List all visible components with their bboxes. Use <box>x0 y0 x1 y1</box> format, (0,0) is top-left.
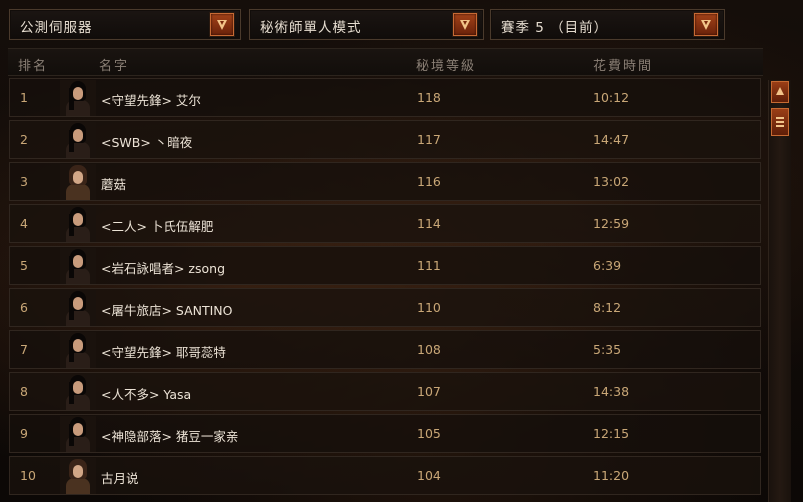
leaderboard-row[interactable]: 3 蘑菇 116 13:02 <box>9 162 761 201</box>
rank-value: 8 <box>20 384 28 399</box>
rank-value: 5 <box>20 258 28 273</box>
player-name[interactable]: <屠牛旅店> SANTINO <box>101 300 233 319</box>
character-portrait <box>60 122 96 158</box>
character-portrait <box>60 332 96 368</box>
player-name[interactable]: <守望先鋒> 耶哥蕊特 <box>101 342 226 361</box>
rift-level-value: 114 <box>417 216 441 231</box>
rank-value: 1 <box>20 90 28 105</box>
rank-value: 4 <box>20 216 28 231</box>
player-name[interactable]: 古月说 <box>101 468 139 487</box>
column-header-time[interactable]: 花費時間 <box>593 55 653 74</box>
rank-value: 3 <box>20 174 28 189</box>
leaderboard-row[interactable]: 9 <神隐部落> 猪豆一家亲 105 12:15 <box>9 414 761 453</box>
character-portrait <box>60 80 96 116</box>
leaderboard-row[interactable]: 2 <SWB> 丶暗夜 117 14:47 <box>9 120 761 159</box>
character-portrait <box>60 374 96 410</box>
leaderboard-row[interactable]: 1 <守望先鋒> 艾尔 118 10:12 <box>9 78 761 117</box>
leaderboard-row[interactable]: 10 古月说 104 11:20 <box>9 456 761 495</box>
time-spent-value: 10:12 <box>593 90 630 105</box>
time-spent-value: 12:15 <box>593 426 630 441</box>
rift-level-value: 105 <box>417 426 441 441</box>
player-name[interactable]: <人不多> Yasa <box>101 384 191 403</box>
season-dropdown-label: 賽季 5 （目前） <box>501 20 609 36</box>
season-dropdown[interactable]: 賽季 5 （目前） <box>490 9 725 40</box>
rank-value: 2 <box>20 132 28 147</box>
rift-level-value: 116 <box>417 174 441 189</box>
grip-icon <box>776 121 784 123</box>
leaderboard-row[interactable]: 7 <守望先鋒> 耶哥蕊特 108 5:35 <box>9 330 761 369</box>
chevron-down-icon[interactable] <box>453 13 477 36</box>
leaderboard-row[interactable]: 6 <屠牛旅店> SANTINO 110 8:12 <box>9 288 761 327</box>
rank-value: 7 <box>20 342 28 357</box>
rift-level-value: 104 <box>417 468 441 483</box>
leaderboard-header: 排名 名字 秘境等級 花費時間 <box>8 48 763 76</box>
player-name[interactable]: <守望先鋒> 艾尔 <box>101 90 201 109</box>
character-portrait <box>60 206 96 242</box>
server-dropdown-label: 公測伺服器 <box>20 20 93 36</box>
player-name[interactable]: <SWB> 丶暗夜 <box>101 132 192 151</box>
time-spent-value: 12:59 <box>593 216 630 231</box>
column-header-name[interactable]: 名字 <box>99 55 129 74</box>
column-header-rank[interactable]: 排名 <box>18 55 48 74</box>
character-portrait <box>60 164 96 200</box>
leaderboard-row[interactable]: 8 <人不多> Yasa 107 14:38 <box>9 372 761 411</box>
arrow-up-icon[interactable] <box>771 81 789 103</box>
chevron-down-icon[interactable] <box>694 13 718 36</box>
player-name[interactable]: <岩石詠唱者> zsong <box>101 258 225 277</box>
scrollbar[interactable] <box>768 80 791 502</box>
character-portrait <box>60 290 96 326</box>
rift-level-value: 110 <box>417 300 441 315</box>
chevron-down-icon[interactable] <box>210 13 234 36</box>
character-portrait <box>60 416 96 452</box>
player-name[interactable]: 蘑菇 <box>101 174 126 193</box>
grip-icon <box>776 117 784 119</box>
mode-dropdown-label: 秘術師單人模式 <box>260 20 362 36</box>
leaderboard-list: 1 <守望先鋒> 艾尔 118 10:12 2 <SWB> 丶暗夜 117 14:47 3 蘑菇 1… <box>9 78 761 498</box>
character-portrait <box>60 248 96 284</box>
character-portrait <box>60 458 96 494</box>
time-spent-value: 13:02 <box>593 174 630 189</box>
time-spent-value: 6:39 <box>593 258 622 273</box>
rift-level-value: 108 <box>417 342 441 357</box>
mode-dropdown[interactable]: 秘術師單人模式 <box>249 9 484 40</box>
scrollbar-thumb[interactable] <box>771 108 789 136</box>
rift-level-value: 118 <box>417 90 441 105</box>
time-spent-value: 14:47 <box>593 132 630 147</box>
time-spent-value: 14:38 <box>593 384 630 399</box>
leaderboard-row[interactable]: 5 <岩石詠唱者> zsong 111 6:39 <box>9 246 761 285</box>
server-dropdown[interactable]: 公測伺服器 <box>9 9 241 40</box>
leaderboard-row[interactable]: 4 <二人> 卜氏伍解肥 114 12:59 <box>9 204 761 243</box>
rank-value: 10 <box>20 468 36 483</box>
rift-level-value: 107 <box>417 384 441 399</box>
player-name[interactable]: <二人> 卜氏伍解肥 <box>101 216 213 235</box>
time-spent-value: 11:20 <box>593 468 630 483</box>
grip-icon <box>776 125 784 127</box>
time-spent-value: 5:35 <box>593 342 622 357</box>
rift-level-value: 111 <box>417 258 441 273</box>
column-header-level[interactable]: 秘境等級 <box>416 55 476 74</box>
rank-value: 9 <box>20 426 28 441</box>
player-name[interactable]: <神隐部落> 猪豆一家亲 <box>101 426 238 445</box>
time-spent-value: 8:12 <box>593 300 622 315</box>
rank-value: 6 <box>20 300 28 315</box>
rift-level-value: 117 <box>417 132 441 147</box>
